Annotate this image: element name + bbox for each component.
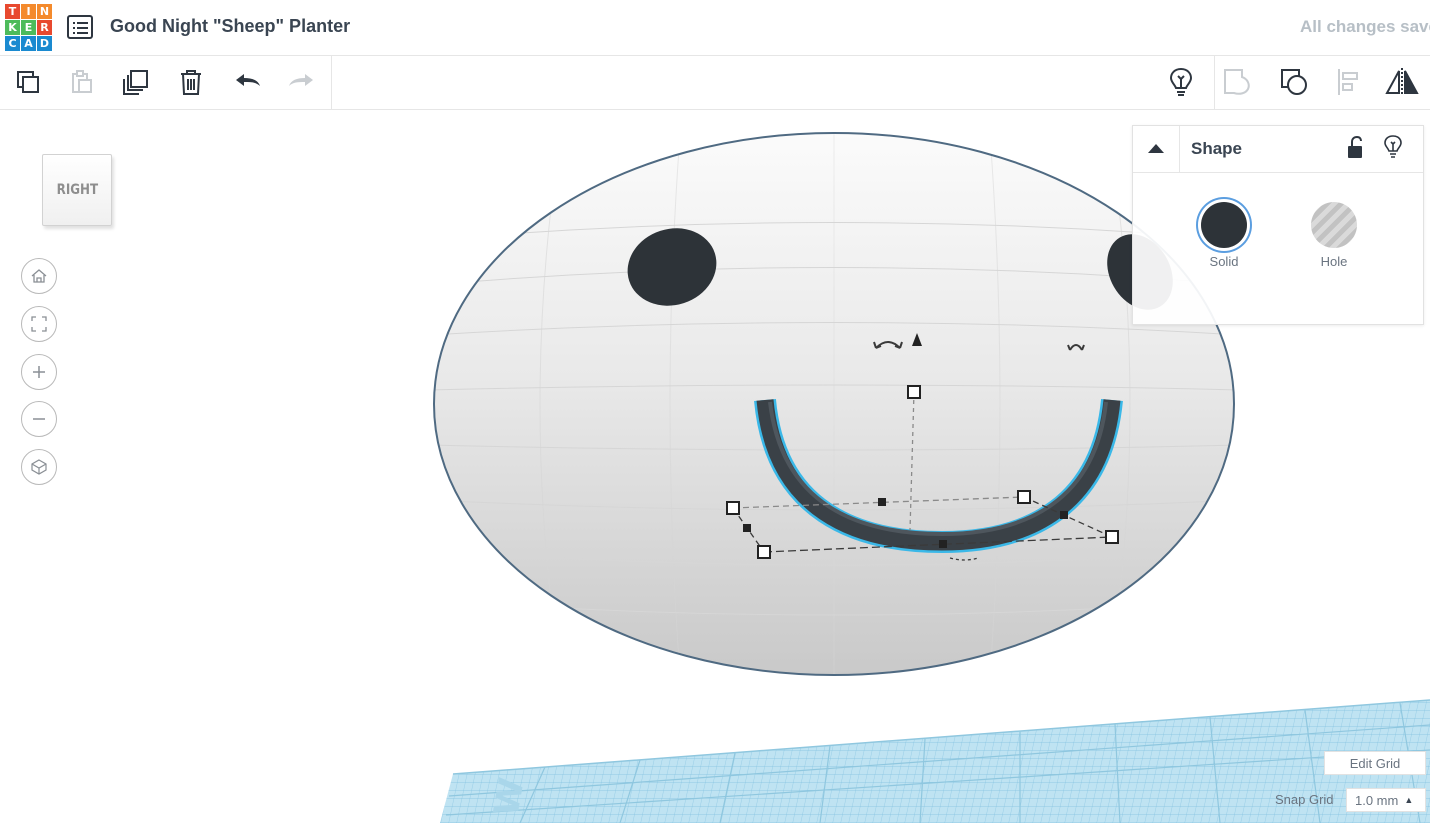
corner-handle[interactable] bbox=[1017, 490, 1031, 504]
solid-color-swatch[interactable] bbox=[1201, 202, 1247, 248]
logo-letter: T bbox=[5, 4, 20, 19]
svg-text:W: W bbox=[487, 775, 533, 819]
align-icon[interactable] bbox=[1331, 64, 1367, 100]
solid-option-label: Solid bbox=[1209, 254, 1239, 269]
collapse-panel-button[interactable] bbox=[1133, 126, 1180, 172]
view-cube-label: RIGHT bbox=[56, 182, 98, 198]
zoom-in-icon[interactable] bbox=[21, 354, 57, 390]
edge-handle[interactable] bbox=[743, 524, 751, 532]
duplicate-icon[interactable] bbox=[118, 64, 154, 100]
height-handle[interactable] bbox=[907, 385, 921, 399]
tinkercad-logo[interactable]: T I N K E R C A D bbox=[5, 4, 53, 52]
hole-swatch[interactable] bbox=[1311, 202, 1357, 248]
ungroup-icon[interactable] bbox=[1276, 64, 1312, 100]
view-cube[interactable]: RIGHT bbox=[40, 150, 114, 230]
edit-grid-button[interactable]: Edit Grid bbox=[1324, 751, 1426, 775]
hide-shape-icon[interactable] bbox=[1383, 134, 1403, 165]
shape-panel-header: Shape bbox=[1133, 126, 1423, 173]
home-view-icon[interactable] bbox=[21, 258, 57, 294]
mirror-icon[interactable] bbox=[1384, 64, 1420, 100]
perspective-icon[interactable] bbox=[21, 449, 57, 485]
chevron-up-icon bbox=[1148, 144, 1164, 153]
logo-letter: E bbox=[21, 20, 36, 35]
corner-handle[interactable] bbox=[726, 501, 740, 515]
fit-view-icon[interactable] bbox=[21, 306, 57, 342]
edge-handle[interactable] bbox=[1060, 511, 1068, 519]
zoom-out-icon[interactable] bbox=[21, 401, 57, 437]
snap-grid-value: 1.0 mm bbox=[1355, 792, 1399, 808]
logo-letter: R bbox=[37, 20, 52, 35]
solid-option[interactable]: Solid bbox=[1184, 202, 1264, 269]
workplane-viewport[interactable]: W RIGHT Shape Solid Hole Edit Grid Snap … bbox=[0, 110, 1430, 823]
group-icon[interactable] bbox=[1219, 64, 1255, 100]
edit-toolbar bbox=[0, 56, 1430, 110]
hole-option-label: Hole bbox=[1320, 254, 1348, 269]
snap-grid-label: Snap Grid bbox=[1275, 792, 1334, 807]
copy-icon[interactable] bbox=[10, 64, 46, 100]
design-list-icon[interactable] bbox=[67, 15, 93, 39]
corner-handle[interactable] bbox=[1105, 530, 1119, 544]
delete-icon[interactable] bbox=[173, 64, 209, 100]
logo-letter: A bbox=[21, 36, 36, 51]
edge-handle[interactable] bbox=[878, 498, 886, 506]
snap-grid-select[interactable]: 1.0 mm ▲ bbox=[1346, 788, 1426, 812]
unlock-icon[interactable] bbox=[1345, 135, 1365, 165]
undo-icon[interactable] bbox=[230, 64, 266, 100]
caret-up-icon: ▲ bbox=[1404, 795, 1414, 805]
view-cube-face[interactable]: RIGHT bbox=[42, 154, 112, 226]
toolbar-divider bbox=[331, 56, 332, 110]
corner-handle[interactable] bbox=[757, 545, 771, 559]
paste-icon[interactable] bbox=[63, 64, 99, 100]
logo-letter: D bbox=[37, 36, 52, 51]
redo-icon[interactable] bbox=[283, 64, 319, 100]
logo-letter: C bbox=[5, 36, 20, 51]
hole-option[interactable]: Hole bbox=[1294, 202, 1374, 269]
logo-letter: K bbox=[5, 20, 20, 35]
shape-inspector-panel: Shape Solid Hole bbox=[1132, 125, 1424, 325]
title-bar: T I N K E R C A D Good Night "Sheep" Pla… bbox=[0, 0, 1430, 56]
save-status: All changes saved bbox=[1300, 17, 1430, 36]
document-title[interactable]: Good Night "Sheep" Planter bbox=[110, 16, 350, 37]
toolbar-divider bbox=[1214, 56, 1215, 110]
logo-letter: N bbox=[37, 4, 52, 19]
edge-handle[interactable] bbox=[939, 540, 947, 548]
logo-letter: I bbox=[21, 4, 36, 19]
shape-panel-title: Shape bbox=[1191, 139, 1243, 158]
show-all-icon[interactable] bbox=[1163, 64, 1199, 100]
